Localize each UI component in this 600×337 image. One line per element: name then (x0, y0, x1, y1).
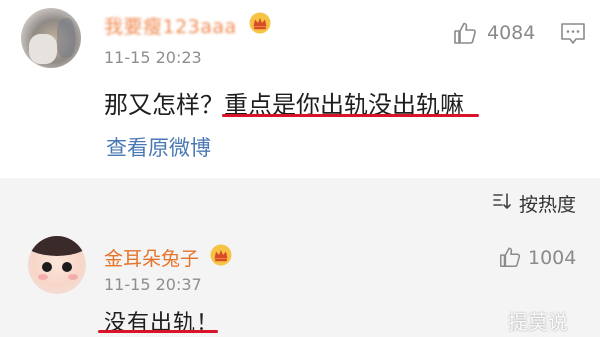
avatar[interactable] (28, 236, 86, 294)
thumbs-up-icon[interactable] (452, 20, 478, 46)
view-original-link[interactable]: 查看原微博 (106, 132, 211, 162)
crown-icon (249, 12, 271, 34)
comment-menu-icon[interactable] (560, 22, 586, 46)
like-count: 4084 (487, 22, 536, 44)
red-underline (98, 330, 218, 333)
sort-by-popularity-button[interactable]: 按热度 (519, 190, 576, 217)
comment-timestamp: 11-15 20:37 (104, 275, 202, 294)
username[interactable]: 我要瘦123aaa (104, 12, 237, 39)
red-underline (222, 114, 479, 117)
like-count: 1004 (528, 247, 577, 269)
username[interactable]: 金耳朵兔子 (104, 244, 199, 271)
sort-icon[interactable] (493, 192, 511, 210)
comment-text-plain: 那又怎样？ (104, 91, 224, 119)
avatar[interactable] (21, 8, 81, 68)
thumbs-up-icon[interactable] (498, 245, 522, 269)
crown-icon (210, 244, 232, 266)
comment-timestamp: 11-15 20:23 (104, 48, 202, 67)
watermark: 提莫说 (508, 310, 568, 334)
